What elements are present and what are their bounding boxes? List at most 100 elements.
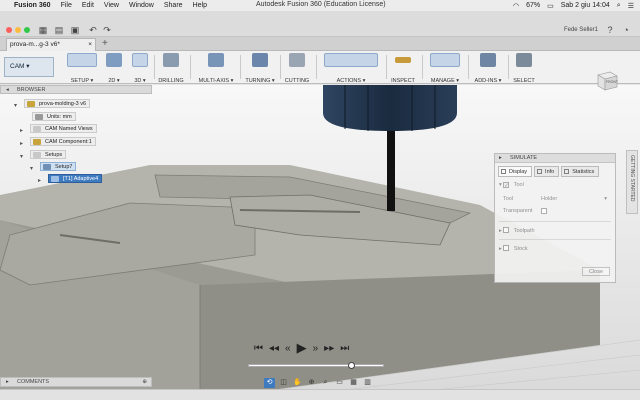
browser-node-named-views[interactable]: CAM Named Views: [30, 124, 97, 133]
skip-to-start-icon[interactable]: ⏮: [254, 343, 263, 354]
browser-node-adaptive[interactable]: [T1] Adaptive4: [48, 174, 103, 183]
document-tab[interactable]: prova-m...g-3 v6* ×: [6, 38, 96, 51]
rewind-icon[interactable]: «: [285, 343, 291, 354]
setup-group[interactable]: SETUP ▾: [62, 53, 102, 84]
expand-arrow-icon[interactable]: ▸: [499, 228, 502, 234]
play-icon[interactable]: ▶: [297, 340, 307, 356]
simulate-panel: ▸ SIMULATE Display Info Statistics ▾ ✓ T…: [494, 153, 616, 283]
search-icon[interactable]: ⌕: [617, 2, 621, 10]
divider: [240, 55, 241, 79]
close-button[interactable]: Close: [582, 267, 610, 276]
turning-group[interactable]: TURNING ▾: [244, 53, 276, 84]
expand-arrow-icon[interactable]: ▾: [14, 102, 17, 109]
app-menu[interactable]: Fusion 360: [14, 2, 51, 9]
menu-edit[interactable]: Edit: [82, 2, 94, 9]
expand-arrow-icon[interactable]: ▾: [20, 153, 23, 160]
toolpath-section[interactable]: ▸ Toolpath: [499, 227, 535, 234]
comments-panel[interactable]: ▸ COMMENTS ⊕: [0, 377, 152, 387]
skip-to-end-icon[interactable]: ⏭: [340, 343, 349, 354]
menu-file[interactable]: File: [61, 2, 72, 9]
undo-icon[interactable]: ↶: [86, 25, 100, 35]
step-forward-icon[interactable]: ▸▸: [324, 343, 334, 354]
tab-statistics[interactable]: Statistics: [561, 166, 600, 177]
step-back-icon[interactable]: ◂◂: [269, 343, 279, 354]
tool-dropdown[interactable]: Holder ▾: [541, 196, 607, 202]
getting-started-tab[interactable]: GETTING STARTED: [626, 150, 638, 214]
zoom-window-icon[interactable]: ⌕: [320, 378, 331, 388]
expand-arrow-icon[interactable]: ▸: [499, 246, 502, 252]
menu-share[interactable]: Share: [164, 2, 183, 9]
save-icon[interactable]: ▣: [68, 25, 82, 35]
new-tab-button[interactable]: +: [102, 37, 108, 50]
drilling-group[interactable]: DRILLING: [158, 53, 184, 84]
browser-node-units[interactable]: Units: mm: [32, 112, 76, 121]
browser-root-node[interactable]: prova-molding-3 v6: [24, 99, 91, 108]
redo-icon[interactable]: ↷: [100, 25, 114, 35]
select-group[interactable]: SELECT: [512, 53, 536, 84]
expand-arrow-icon[interactable]: ▸: [6, 378, 9, 387]
browser-node-component[interactable]: CAM Component:1: [30, 137, 96, 146]
apps-grid-icon[interactable]: ▦: [36, 25, 50, 35]
manage-group[interactable]: MANAGE ▾: [426, 53, 464, 84]
menu-list-icon[interactable]: ☰: [628, 2, 634, 10]
view-cube[interactable]: FRONT: [595, 70, 619, 92]
battery-icon[interactable]: ▭: [547, 2, 554, 10]
inspect-group[interactable]: INSPECT: [390, 53, 416, 84]
minimize-window-button[interactable]: [15, 27, 21, 33]
expand-arrow-icon[interactable]: ▸: [20, 127, 23, 134]
menu-help[interactable]: Help: [193, 2, 207, 9]
zoom-icon[interactable]: ⊕: [306, 378, 317, 388]
viewports-icon[interactable]: ▥: [362, 378, 373, 388]
stock-checkbox[interactable]: [503, 245, 510, 251]
tool-section[interactable]: ▾ ✓ Tool: [499, 182, 524, 189]
actions-group[interactable]: ACTIONS ▾: [320, 53, 382, 84]
cutting-group[interactable]: CUTTING: [284, 53, 310, 84]
orbit-icon[interactable]: ⟲: [264, 377, 275, 388]
user-account[interactable]: Fede Seller1: [564, 27, 598, 33]
stock-section[interactable]: ▸ Stock: [499, 245, 528, 252]
panel-collapse-icon[interactable]: ▸: [499, 154, 502, 162]
collapse-arrow-icon[interactable]: ◂: [6, 86, 9, 94]
multi-axis-label: MULTI-AXIS ▾: [198, 78, 234, 84]
look-at-icon[interactable]: ◫: [278, 378, 289, 388]
grid-settings-icon[interactable]: ▦: [348, 378, 359, 388]
transparent-checkbox[interactable]: [541, 208, 547, 214]
timeline-slider-handle[interactable]: [348, 362, 356, 369]
toolpath-checkbox[interactable]: [503, 227, 510, 233]
cutting-label: CUTTING: [284, 78, 310, 84]
tab-info[interactable]: Info: [534, 166, 560, 177]
select-cursor-icon: [516, 53, 532, 67]
pan-hand-icon[interactable]: ✋: [292, 378, 303, 388]
tool-checkbox[interactable]: ✓: [503, 182, 510, 189]
close-tab-button[interactable]: ×: [88, 39, 92, 51]
file-icon[interactable]: ▤: [52, 25, 66, 35]
menu-view[interactable]: View: [104, 2, 119, 9]
lightbulb-icon: [33, 139, 41, 145]
simulate-header[interactable]: ▸ SIMULATE: [495, 154, 615, 163]
browser-node-setup7[interactable]: Setup7: [40, 162, 77, 171]
help-icon[interactable]: ?: [603, 25, 617, 35]
2d-group[interactable]: 2D ▾: [106, 53, 122, 84]
expand-arrow-icon[interactable]: ▸: [20, 140, 23, 147]
browser-node-setups[interactable]: Setups: [30, 150, 67, 159]
browser-header[interactable]: ◂ BROWSER: [0, 85, 152, 94]
getting-started-label: GETTING STARTED: [629, 155, 635, 202]
notifications-icon[interactable]: ◔: [619, 25, 633, 35]
zoom-window-button[interactable]: [24, 27, 30, 33]
add-ins-group[interactable]: ADD-INS ▾: [472, 53, 504, 84]
clock[interactable]: Sab 2 giu 14:04: [561, 2, 610, 9]
collapse-arrow-icon[interactable]: ▾: [499, 182, 502, 188]
workspace-switcher[interactable]: CAM ▾: [4, 57, 54, 77]
fast-forward-icon[interactable]: »: [313, 343, 319, 354]
close-window-button[interactable]: [6, 27, 12, 33]
wifi-icon[interactable]: ◠: [513, 2, 519, 10]
expand-arrow-icon[interactable]: ▾: [30, 165, 33, 172]
simulation-timeline[interactable]: [248, 362, 384, 369]
multi-axis-group[interactable]: MULTI-AXIS ▾: [196, 53, 236, 84]
display-settings-icon[interactable]: ▭: [334, 378, 345, 388]
expand-arrow-icon[interactable]: ▸: [38, 177, 41, 184]
menu-window[interactable]: Window: [129, 2, 154, 9]
3d-group[interactable]: 3D ▾: [132, 53, 148, 84]
tab-display[interactable]: Display: [498, 166, 533, 177]
add-comment-icon[interactable]: ⊕: [142, 378, 147, 387]
